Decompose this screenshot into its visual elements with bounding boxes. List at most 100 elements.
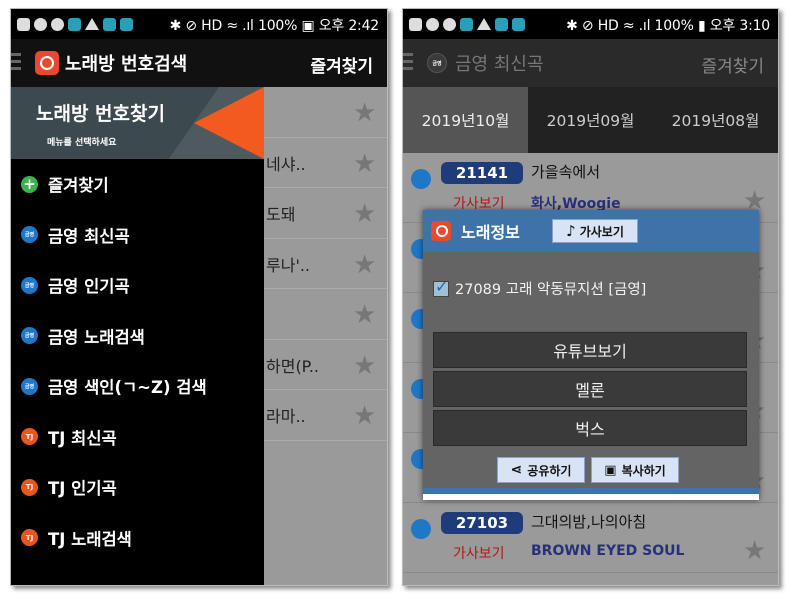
list-item[interactable]: 27103 그대의밤,나의아침 가사보기 BROWN EYED SOUL ★ — [403, 503, 778, 573]
tj-icon: TJ — [21, 529, 38, 547]
status-right: ✱ ⊘ HD ≈ .ıl 100% ▣ 오후 2:42 — [169, 18, 380, 34]
app-bar: 금영 금영 최신곡 즐겨찾기 — [403, 39, 778, 87]
star-icon[interactable]: ★ — [353, 403, 377, 429]
tab-2019-09[interactable]: 2019년09월 — [528, 87, 653, 153]
app-logo-icon — [431, 221, 451, 241]
song-number: 27103 — [441, 512, 523, 534]
menu-item-ky-search[interactable]: 금영 금영 노래검색 — [11, 311, 264, 362]
app-title: 금영 최신곡 — [455, 54, 544, 75]
menu-item-label: TJ 노래검색 — [48, 529, 132, 549]
app-icon — [68, 17, 81, 31]
ky-icon: 금영 — [21, 276, 38, 294]
song-entry-label: 27089 고래 악동뮤지션 [금영] — [455, 282, 647, 298]
bugs-button[interactable]: 벅스 — [433, 410, 747, 446]
facebook-icon — [34, 17, 47, 31]
youtube-button[interactable]: 유튜브보기 — [433, 332, 747, 368]
share-button[interactable]: ⋖ 공유하기 — [497, 457, 585, 483]
favorites-button[interactable]: 즐겨찾기 — [310, 52, 373, 77]
warning-icon — [477, 18, 491, 30]
checkbox[interactable] — [433, 277, 449, 297]
star-icon[interactable]: ★ — [353, 100, 377, 126]
star-icon[interactable]: ★ — [353, 151, 377, 177]
song-title: 가을속에서 — [531, 163, 601, 181]
app-title: 노래방 번호검색 — [65, 54, 188, 75]
tj-icon: TJ — [21, 428, 38, 446]
ky-icon: 금영 — [21, 377, 38, 395]
message-icon — [409, 17, 422, 31]
song-info-dialog: 노래정보 ♪ 가사보기 27089 고래 악동뮤지션 [금영] 유튜브보기 멜론… — [423, 210, 759, 500]
save-icon: ▣ — [604, 462, 617, 478]
tab-2019-08[interactable]: 2019년08월 — [653, 87, 778, 153]
app-logo-icon — [35, 51, 59, 75]
menu-item-label: TJ 인기곡 — [48, 479, 117, 499]
star-icon[interactable]: ★ — [353, 252, 377, 278]
message-icon — [17, 17, 30, 31]
header-decoration — [194, 87, 264, 159]
app-icon — [495, 17, 508, 31]
lyrics-button[interactable]: ♪ 가사보기 — [552, 219, 638, 243]
menu-item-ky-popular[interactable]: 금영 금영 인기곡 — [11, 260, 264, 311]
song-title: 그대의밤,나의아침 — [531, 513, 647, 531]
dialog-title: 노래정보 — [461, 223, 520, 242]
song-entry[interactable]: 27089 고래 악동뮤지션 [금영] — [433, 277, 647, 299]
facebook-icon — [443, 17, 456, 31]
copy-button-label: 복사하기 — [621, 463, 666, 478]
ky-icon — [411, 169, 431, 189]
ky-icon — [411, 519, 431, 539]
menu-item-label: 금영 색인(ㄱ~Z) 검색 — [48, 378, 207, 398]
menu-item-favorites[interactable]: + 즐겨찾기 — [11, 159, 264, 210]
ky-icon: 금영 — [21, 226, 38, 244]
song-number: 21141 — [441, 162, 523, 184]
navigation-drawer: 노래방 번호찾기 메뉴를 선택하세요 + 즐겨찾기 금영 금영 최신곡 금영 금… — [11, 87, 264, 585]
notification-icons — [409, 17, 525, 31]
month-tabs: 2019년10월 2019년09월 2019년08월 — [403, 87, 778, 153]
share-button-label: 공유하기 — [527, 463, 572, 478]
music-note-icon: ♪ — [566, 222, 576, 240]
dialog-body: 27089 고래 악동뮤지션 [금영] 유튜브보기 멜론 벅스 ⋖ 공유하기 ▣… — [423, 252, 759, 494]
facebook-icon — [426, 17, 439, 31]
menu-item-tj-search[interactable]: TJ TJ 노래검색 — [11, 513, 264, 564]
menu-item-ky-index-search[interactable]: 금영 금영 색인(ㄱ~Z) 검색 — [11, 361, 264, 412]
app-bar: 노래방 번호검색 즐겨찾기 — [11, 39, 387, 87]
menu-icon[interactable] — [11, 53, 21, 74]
tab-2019-10[interactable]: 2019년10월 — [403, 87, 528, 153]
song-artist: BROWN EYED SOUL — [531, 543, 685, 559]
app-icon — [103, 17, 116, 31]
plus-icon: + — [21, 175, 38, 193]
menu-item-ky-latest[interactable]: 금영 금영 최신곡 — [11, 210, 264, 261]
copy-button[interactable]: ▣ 복사하기 — [591, 457, 679, 483]
app-icon — [512, 17, 525, 31]
facebook-icon — [51, 17, 64, 31]
status-bar: ✱ ⊘ HD ≈ .ıl 100% ▮ 오후 3:10 — [403, 9, 778, 39]
menu-item-tj-popular[interactable]: TJ TJ 인기곡 — [11, 462, 264, 513]
drawer-header: 노래방 번호찾기 메뉴를 선택하세요 — [11, 87, 264, 159]
drawer-subtitle: 메뉴를 선택하세요 — [47, 138, 117, 148]
favorites-button[interactable]: 즐겨찾기 — [701, 52, 764, 77]
menu-item-label: 즐겨찾기 — [48, 176, 109, 196]
dialog-header: 노래정보 ♪ 가사보기 — [423, 210, 759, 252]
lyrics-link[interactable]: 가사보기 — [453, 543, 505, 563]
menu-item-label: 금영 노래검색 — [48, 327, 145, 347]
menu-icon[interactable] — [403, 53, 413, 74]
right-screen: ✱ ⊘ HD ≈ .ıl 100% ▮ 오후 3:10 금영 금영 최신곡 즐겨… — [402, 8, 779, 586]
status-bar: ✱ ⊘ HD ≈ .ıl 100% ▣ 오후 2:42 — [11, 9, 387, 39]
menu-item-label: TJ 최신곡 — [48, 428, 117, 448]
star-icon[interactable]: ★ — [353, 302, 377, 328]
app-icon — [460, 17, 473, 31]
ky-icon: 금영 — [427, 53, 447, 73]
notification-icons — [17, 17, 133, 31]
warning-icon — [85, 18, 99, 30]
lyrics-button-label: 가사보기 — [579, 224, 624, 239]
share-icon: ⋖ — [510, 462, 523, 478]
status-right: ✱ ⊘ HD ≈ .ıl 100% ▮ 오후 3:10 — [566, 18, 770, 34]
left-screen: ✱ ⊘ HD ≈ .ıl 100% ▣ 오후 2:42 노래방 번호검색 즐겨찾… — [10, 8, 388, 586]
melon-button[interactable]: 멜론 — [433, 371, 747, 407]
star-icon[interactable]: ★ — [743, 538, 767, 564]
star-icon[interactable]: ★ — [353, 201, 377, 227]
menu-item-label: 금영 최신곡 — [48, 226, 130, 246]
tj-icon: TJ — [21, 478, 38, 496]
star-icon[interactable]: ★ — [353, 353, 377, 379]
menu-item-tj-latest[interactable]: TJ TJ 최신곡 — [11, 412, 264, 463]
ky-icon: 금영 — [21, 327, 38, 345]
menu-item-label: 금영 인기곡 — [48, 277, 130, 297]
